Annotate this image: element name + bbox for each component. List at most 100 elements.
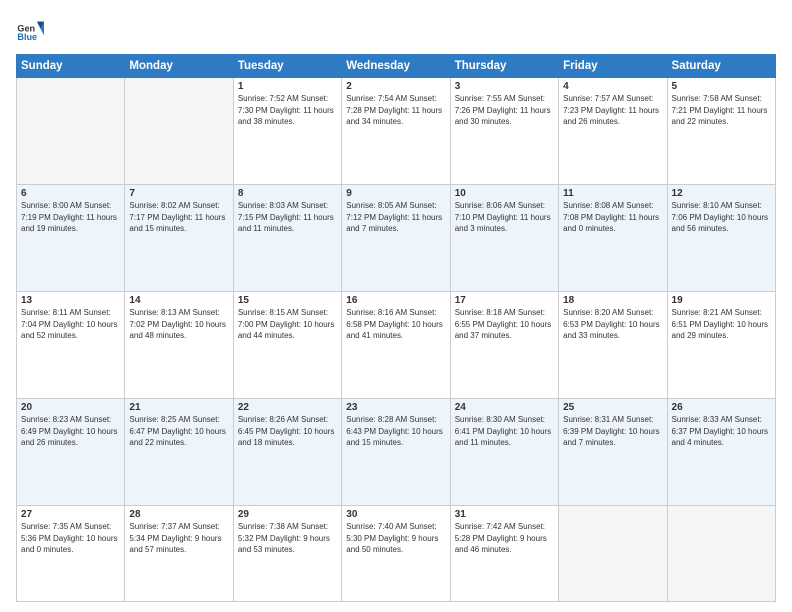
calendar-cell: 27Sunrise: 7:35 AM Sunset: 5:36 PM Dayli… <box>17 505 125 601</box>
day-number: 10 <box>455 188 554 199</box>
day-info: Sunrise: 7:42 AM Sunset: 5:28 PM Dayligh… <box>455 521 554 556</box>
weekday-header-thursday: Thursday <box>450 55 558 78</box>
day-number: 17 <box>455 295 554 306</box>
weekday-header-tuesday: Tuesday <box>233 55 341 78</box>
calendar-cell: 12Sunrise: 8:10 AM Sunset: 7:06 PM Dayli… <box>667 184 775 291</box>
svg-text:Blue: Blue <box>17 32 37 42</box>
calendar-cell: 15Sunrise: 8:15 AM Sunset: 7:00 PM Dayli… <box>233 291 341 398</box>
day-number: 2 <box>346 81 445 92</box>
day-number: 1 <box>238 81 337 92</box>
calendar-cell: 28Sunrise: 7:37 AM Sunset: 5:34 PM Dayli… <box>125 505 233 601</box>
calendar-cell <box>667 505 775 601</box>
day-number: 20 <box>21 402 120 413</box>
calendar-cell: 5Sunrise: 7:58 AM Sunset: 7:21 PM Daylig… <box>667 78 775 185</box>
calendar-cell <box>559 505 667 601</box>
week-row-2: 6Sunrise: 8:00 AM Sunset: 7:19 PM Daylig… <box>17 184 776 291</box>
day-number: 11 <box>563 188 662 199</box>
day-number: 30 <box>346 509 445 520</box>
day-info: Sunrise: 8:28 AM Sunset: 6:43 PM Dayligh… <box>346 414 445 449</box>
day-info: Sunrise: 8:13 AM Sunset: 7:02 PM Dayligh… <box>129 307 228 342</box>
day-info: Sunrise: 7:38 AM Sunset: 5:32 PM Dayligh… <box>238 521 337 556</box>
day-info: Sunrise: 8:06 AM Sunset: 7:10 PM Dayligh… <box>455 200 554 235</box>
day-info: Sunrise: 8:33 AM Sunset: 6:37 PM Dayligh… <box>672 414 771 449</box>
calendar-cell: 18Sunrise: 8:20 AM Sunset: 6:53 PM Dayli… <box>559 291 667 398</box>
calendar-cell: 29Sunrise: 7:38 AM Sunset: 5:32 PM Dayli… <box>233 505 341 601</box>
calendar-cell: 19Sunrise: 8:21 AM Sunset: 6:51 PM Dayli… <box>667 291 775 398</box>
calendar-cell: 31Sunrise: 7:42 AM Sunset: 5:28 PM Dayli… <box>450 505 558 601</box>
day-number: 23 <box>346 402 445 413</box>
calendar-cell: 3Sunrise: 7:55 AM Sunset: 7:26 PM Daylig… <box>450 78 558 185</box>
day-info: Sunrise: 7:40 AM Sunset: 5:30 PM Dayligh… <box>346 521 445 556</box>
day-info: Sunrise: 8:11 AM Sunset: 7:04 PM Dayligh… <box>21 307 120 342</box>
calendar-cell: 24Sunrise: 8:30 AM Sunset: 6:41 PM Dayli… <box>450 398 558 505</box>
day-info: Sunrise: 7:35 AM Sunset: 5:36 PM Dayligh… <box>21 521 120 556</box>
calendar-page: Gen Blue SundayMondayTuesdayWednesdayThu… <box>0 0 792 612</box>
calendar-table: SundayMondayTuesdayWednesdayThursdayFrid… <box>16 54 776 602</box>
day-info: Sunrise: 8:15 AM Sunset: 7:00 PM Dayligh… <box>238 307 337 342</box>
logo: Gen Blue <box>16 16 48 44</box>
calendar-cell: 30Sunrise: 7:40 AM Sunset: 5:30 PM Dayli… <box>342 505 450 601</box>
calendar-cell: 13Sunrise: 8:11 AM Sunset: 7:04 PM Dayli… <box>17 291 125 398</box>
day-number: 26 <box>672 402 771 413</box>
calendar-cell: 21Sunrise: 8:25 AM Sunset: 6:47 PM Dayli… <box>125 398 233 505</box>
calendar-cell: 16Sunrise: 8:16 AM Sunset: 6:58 PM Dayli… <box>342 291 450 398</box>
calendar-cell: 25Sunrise: 8:31 AM Sunset: 6:39 PM Dayli… <box>559 398 667 505</box>
day-info: Sunrise: 8:00 AM Sunset: 7:19 PM Dayligh… <box>21 200 120 235</box>
weekday-header-monday: Monday <box>125 55 233 78</box>
day-number: 19 <box>672 295 771 306</box>
day-info: Sunrise: 8:30 AM Sunset: 6:41 PM Dayligh… <box>455 414 554 449</box>
week-row-4: 20Sunrise: 8:23 AM Sunset: 6:49 PM Dayli… <box>17 398 776 505</box>
day-info: Sunrise: 8:26 AM Sunset: 6:45 PM Dayligh… <box>238 414 337 449</box>
day-info: Sunrise: 7:37 AM Sunset: 5:34 PM Dayligh… <box>129 521 228 556</box>
day-info: Sunrise: 8:20 AM Sunset: 6:53 PM Dayligh… <box>563 307 662 342</box>
week-row-5: 27Sunrise: 7:35 AM Sunset: 5:36 PM Dayli… <box>17 505 776 601</box>
day-info: Sunrise: 8:31 AM Sunset: 6:39 PM Dayligh… <box>563 414 662 449</box>
day-number: 4 <box>563 81 662 92</box>
calendar-cell: 8Sunrise: 8:03 AM Sunset: 7:15 PM Daylig… <box>233 184 341 291</box>
day-info: Sunrise: 7:57 AM Sunset: 7:23 PM Dayligh… <box>563 93 662 128</box>
day-info: Sunrise: 7:55 AM Sunset: 7:26 PM Dayligh… <box>455 93 554 128</box>
day-info: Sunrise: 8:03 AM Sunset: 7:15 PM Dayligh… <box>238 200 337 235</box>
calendar-cell <box>17 78 125 185</box>
day-info: Sunrise: 8:25 AM Sunset: 6:47 PM Dayligh… <box>129 414 228 449</box>
day-number: 21 <box>129 402 228 413</box>
day-number: 22 <box>238 402 337 413</box>
weekday-header-row: SundayMondayTuesdayWednesdayThursdayFrid… <box>17 55 776 78</box>
calendar-cell: 26Sunrise: 8:33 AM Sunset: 6:37 PM Dayli… <box>667 398 775 505</box>
calendar-cell: 10Sunrise: 8:06 AM Sunset: 7:10 PM Dayli… <box>450 184 558 291</box>
calendar-cell: 4Sunrise: 7:57 AM Sunset: 7:23 PM Daylig… <box>559 78 667 185</box>
day-number: 9 <box>346 188 445 199</box>
calendar-cell: 20Sunrise: 8:23 AM Sunset: 6:49 PM Dayli… <box>17 398 125 505</box>
calendar-cell: 1Sunrise: 7:52 AM Sunset: 7:30 PM Daylig… <box>233 78 341 185</box>
calendar-cell: 17Sunrise: 8:18 AM Sunset: 6:55 PM Dayli… <box>450 291 558 398</box>
week-row-1: 1Sunrise: 7:52 AM Sunset: 7:30 PM Daylig… <box>17 78 776 185</box>
day-info: Sunrise: 8:05 AM Sunset: 7:12 PM Dayligh… <box>346 200 445 235</box>
day-number: 6 <box>21 188 120 199</box>
day-number: 14 <box>129 295 228 306</box>
day-number: 29 <box>238 509 337 520</box>
weekday-header-sunday: Sunday <box>17 55 125 78</box>
calendar-cell: 7Sunrise: 8:02 AM Sunset: 7:17 PM Daylig… <box>125 184 233 291</box>
day-number: 31 <box>455 509 554 520</box>
calendar-cell: 2Sunrise: 7:54 AM Sunset: 7:28 PM Daylig… <box>342 78 450 185</box>
day-info: Sunrise: 7:52 AM Sunset: 7:30 PM Dayligh… <box>238 93 337 128</box>
calendar-cell <box>125 78 233 185</box>
day-info: Sunrise: 8:18 AM Sunset: 6:55 PM Dayligh… <box>455 307 554 342</box>
day-number: 16 <box>346 295 445 306</box>
day-number: 15 <box>238 295 337 306</box>
day-info: Sunrise: 7:54 AM Sunset: 7:28 PM Dayligh… <box>346 93 445 128</box>
day-number: 12 <box>672 188 771 199</box>
day-number: 28 <box>129 509 228 520</box>
day-number: 3 <box>455 81 554 92</box>
weekday-header-saturday: Saturday <box>667 55 775 78</box>
day-info: Sunrise: 8:21 AM Sunset: 6:51 PM Dayligh… <box>672 307 771 342</box>
day-number: 5 <box>672 81 771 92</box>
calendar-cell: 9Sunrise: 8:05 AM Sunset: 7:12 PM Daylig… <box>342 184 450 291</box>
calendar-cell: 22Sunrise: 8:26 AM Sunset: 6:45 PM Dayli… <box>233 398 341 505</box>
day-info: Sunrise: 8:02 AM Sunset: 7:17 PM Dayligh… <box>129 200 228 235</box>
day-number: 8 <box>238 188 337 199</box>
day-info: Sunrise: 8:08 AM Sunset: 7:08 PM Dayligh… <box>563 200 662 235</box>
weekday-header-friday: Friday <box>559 55 667 78</box>
logo-icon: Gen Blue <box>16 16 44 44</box>
day-info: Sunrise: 7:58 AM Sunset: 7:21 PM Dayligh… <box>672 93 771 128</box>
